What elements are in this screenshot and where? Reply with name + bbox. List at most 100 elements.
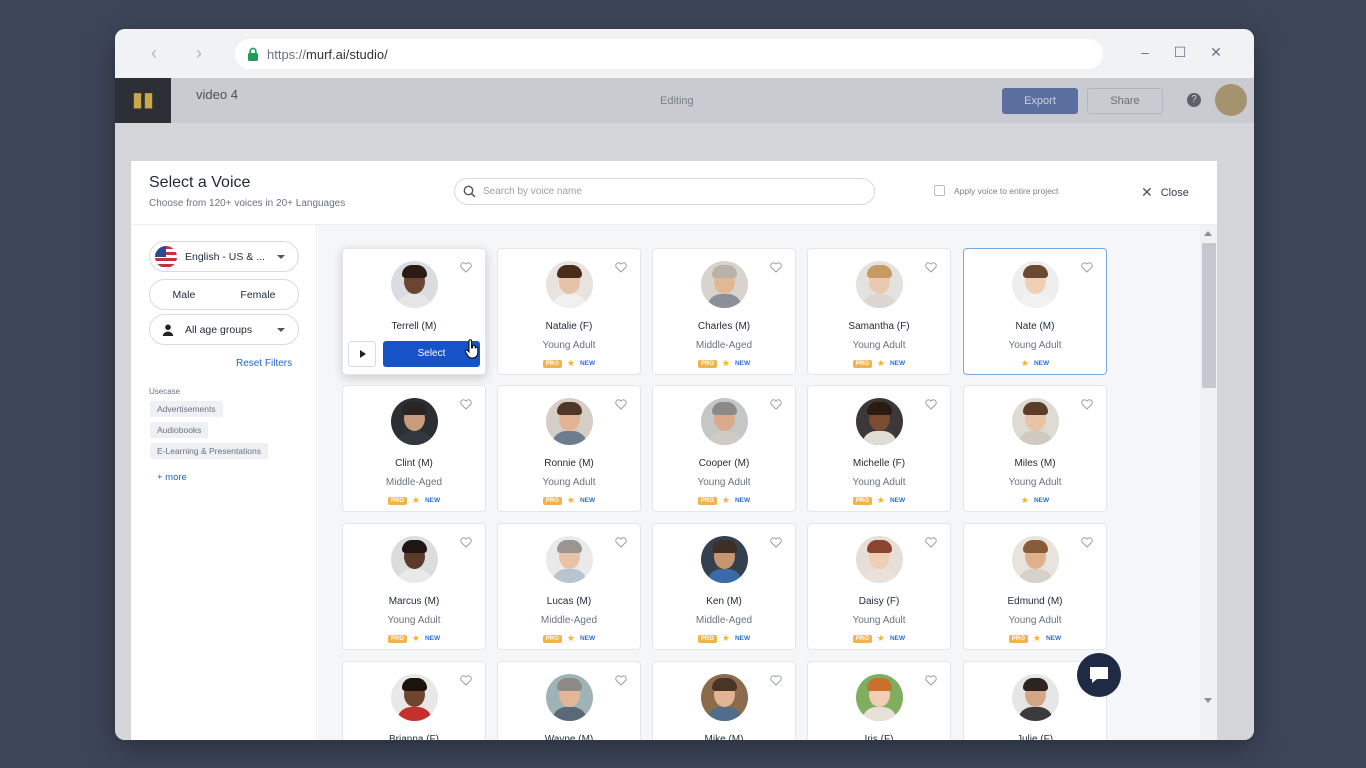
heart-icon[interactable]	[1081, 262, 1093, 273]
heart-icon[interactable]	[460, 399, 472, 410]
heart-icon[interactable]	[615, 262, 627, 273]
heart-icon[interactable]	[925, 537, 937, 548]
voice-name: Mike (M)	[704, 734, 744, 740]
language-dropdown[interactable]: English - US & ...	[149, 241, 299, 272]
voice-card[interactable]: Marcus (M) Young Adult PRO ★ NEW	[342, 523, 486, 650]
voice-card[interactable]: Michelle (F) Young Adult PRO ★ NEW	[807, 385, 951, 512]
heart-icon[interactable]	[770, 399, 782, 410]
voice-badges: PRO ★ NEW	[808, 495, 950, 506]
voice-card[interactable]: Lucas (M) Middle-Aged PRO ★ NEW	[497, 523, 641, 650]
voice-avatar	[391, 261, 438, 308]
age-dropdown[interactable]: All age groups	[149, 314, 299, 345]
voice-card[interactable]: Ronnie (M) Young Adult PRO ★ NEW	[497, 385, 641, 512]
voice-avatar	[856, 261, 903, 308]
usecase-tag[interactable]: E-Learning & Presentations	[150, 443, 268, 459]
voice-badges: ★ NEW	[964, 495, 1106, 506]
voice-badges: PRO ★ NEW	[808, 633, 950, 644]
close-window-icon[interactable]: ✕	[1207, 44, 1225, 61]
scroll-up-icon[interactable]	[1204, 231, 1212, 236]
voice-card[interactable]: Iris (F)Young AdultPRO★NEW	[807, 661, 951, 740]
voice-age: Young Adult	[852, 615, 906, 626]
heart-icon[interactable]	[1081, 537, 1093, 548]
voice-card[interactable]: Natalie (F) Young Adult PRO ★ NEW	[497, 248, 641, 375]
voice-badges: PRO ★ NEW	[653, 358, 795, 369]
voice-card[interactable]: Brianna (F)Young AdultPRO★NEW	[342, 661, 486, 740]
pro-badge: PRO	[387, 634, 407, 643]
scroll-down-icon[interactable]	[1204, 698, 1212, 703]
voice-card[interactable]: Wayne (M)Middle-AgedPRO★NEW	[497, 661, 641, 740]
heart-icon[interactable]	[615, 537, 627, 548]
star-icon: ★	[566, 358, 575, 368]
more-usecases-link[interactable]: + more	[157, 472, 187, 483]
apply-checkbox[interactable]	[934, 185, 945, 196]
voice-name: Wayne (M)	[544, 734, 594, 740]
female-option[interactable]: Female	[240, 289, 275, 301]
voice-card[interactable]: Clint (M) Middle-Aged PRO ★ NEW	[342, 385, 486, 512]
voice-badges: PRO ★ NEW	[808, 358, 950, 369]
voice-card[interactable]: Ken (M) Middle-Aged PRO ★ NEW	[652, 523, 796, 650]
usecase-tag[interactable]: Audiobooks	[150, 422, 209, 438]
voice-card[interactable]: Terrell (M) Select	[342, 248, 486, 375]
heart-icon[interactable]	[1081, 399, 1093, 410]
share-button[interactable]: Share	[1087, 88, 1163, 114]
heart-icon[interactable]	[770, 675, 782, 686]
voice-avatar	[856, 674, 903, 721]
voice-avatar	[1012, 261, 1059, 308]
help-icon[interactable]: ?	[1187, 93, 1201, 107]
heart-icon[interactable]	[770, 537, 782, 548]
usecase-tag[interactable]: Advertisements	[150, 401, 223, 417]
male-option[interactable]: Male	[173, 289, 196, 301]
apply-to-project[interactable]: Apply voice to entire project	[934, 185, 1058, 196]
pro-badge: PRO	[697, 634, 717, 643]
voice-card[interactable]: Nate (M) Young Adult ★ NEW	[963, 248, 1107, 375]
heart-icon[interactable]	[615, 399, 627, 410]
heart-icon[interactable]	[925, 675, 937, 686]
voice-age: Middle-Aged	[385, 477, 443, 488]
scrollbar[interactable]	[1200, 225, 1217, 740]
voice-card[interactable]: Samantha (F) Young Adult PRO ★ NEW	[807, 248, 951, 375]
pro-badge: PRO	[852, 496, 872, 505]
star-icon: ★	[411, 495, 420, 505]
voice-card[interactable]: Mike (M)Young AdultPRO★NEW	[652, 661, 796, 740]
star-icon: ★	[1020, 358, 1029, 368]
voice-age: Young Adult	[697, 477, 751, 488]
new-badge: NEW	[1045, 635, 1062, 642]
chat-widget-button[interactable]	[1077, 653, 1121, 697]
star-icon: ★	[411, 633, 420, 643]
star-icon: ★	[721, 633, 730, 643]
heart-icon[interactable]	[460, 675, 472, 686]
play-button[interactable]	[348, 341, 376, 367]
heart-icon[interactable]	[925, 399, 937, 410]
voice-card[interactable]: Miles (M) Young Adult ★ NEW	[963, 385, 1107, 512]
voice-avatar	[546, 261, 593, 308]
close-button[interactable]: ✕ Close	[1141, 184, 1189, 201]
minimize-icon[interactable]: –	[1136, 44, 1154, 60]
reset-filters-link[interactable]: Reset Filters	[236, 358, 292, 369]
voice-search[interactable]	[454, 178, 875, 205]
heart-icon[interactable]	[615, 675, 627, 686]
chevron-down-icon	[277, 255, 285, 259]
voice-card[interactable]: Daisy (F) Young Adult PRO ★ NEW	[807, 523, 951, 650]
scroll-thumb[interactable]	[1202, 243, 1216, 388]
export-button[interactable]: Export	[1002, 88, 1078, 114]
user-avatar[interactable]	[1215, 84, 1247, 116]
voice-card[interactable]: Edmund (M) Young Adult PRO ★ NEW	[963, 523, 1107, 650]
back-icon[interactable]: ‹	[145, 44, 163, 62]
pro-badge: PRO	[852, 634, 872, 643]
heart-icon[interactable]	[460, 537, 472, 548]
search-input[interactable]	[483, 186, 874, 197]
modal-header: Select a Voice Choose from 120+ voices i…	[131, 161, 1217, 225]
gender-filter: Male Female	[149, 279, 299, 310]
star-icon: ★	[566, 633, 575, 643]
forward-icon[interactable]: ›	[190, 44, 208, 62]
address-bar[interactable]: https://murf.ai/studio/	[235, 39, 1103, 69]
heart-icon[interactable]	[770, 262, 782, 273]
voice-card[interactable]: Cooper (M) Young Adult PRO ★ NEW	[652, 385, 796, 512]
heart-icon[interactable]	[460, 262, 472, 273]
modal-title: Select a Voice	[149, 174, 251, 191]
voice-name: Clint (M)	[395, 458, 433, 469]
maximize-icon[interactable]: ☐	[1171, 44, 1189, 61]
voice-card[interactable]: Charles (M) Middle-Aged PRO ★ NEW	[652, 248, 796, 375]
heart-icon[interactable]	[925, 262, 937, 273]
lock-icon	[248, 47, 258, 61]
